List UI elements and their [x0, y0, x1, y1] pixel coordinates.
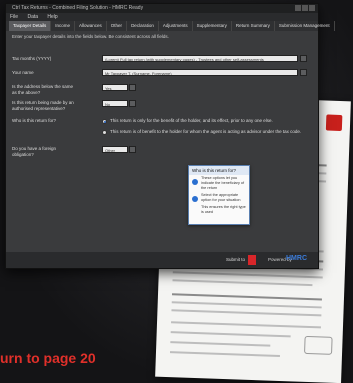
popup-text-3: This ensures the right type is used — [201, 205, 246, 214]
tab-adjustments[interactable]: Adjustments — [159, 21, 193, 31]
authorised-label: Is this return being made by an authoris… — [12, 100, 74, 111]
tab-submission[interactable]: Submission Management — [275, 21, 335, 31]
tax-months-field[interactable]: (Lorem) Full tax return (with supplement… — [102, 55, 298, 62]
tax-months-label: Tax months (YYYY) — [12, 56, 52, 61]
authorised-select[interactable]: No — [102, 100, 128, 107]
help-popup: Who is this return for? These options le… — [188, 165, 250, 225]
tax-months-dropdown-icon[interactable] — [300, 55, 307, 62]
submit-label: Submit to — [226, 257, 246, 262]
popup-text-1: These options let you indicate the benef… — [201, 176, 245, 190]
menu-bar: File Data Help — [6, 13, 318, 21]
option2-radio[interactable] — [102, 130, 107, 135]
tab-income[interactable]: Income — [51, 21, 76, 31]
minimize-icon[interactable] — [295, 5, 301, 11]
signature-box — [304, 335, 333, 355]
turn-to-page-caption: urn to page 20 — [0, 350, 96, 366]
app-window: Ctrl Tax Returns - Combined Filing Solut… — [5, 3, 335, 269]
your-name-dropdown-icon[interactable] — [300, 69, 307, 76]
tab-declaration[interactable]: Declaration — [127, 21, 159, 31]
info-icon — [192, 179, 198, 185]
close-icon[interactable] — [309, 5, 315, 11]
same-address-label: Is the address below the same as the abo… — [12, 84, 74, 95]
maximize-icon[interactable] — [302, 5, 308, 11]
your-name-label: Your name — [12, 70, 34, 75]
same-address-select[interactable]: Yes — [102, 84, 128, 91]
tab-taxpayer-details[interactable]: Taxpayer Details — [9, 21, 52, 31]
tab-bar: Taxpayer Details Income Allowances Other… — [6, 21, 335, 31]
popup-title: Who is this return for? — [189, 166, 249, 175]
tab-return-summary[interactable]: Return Summary — [232, 21, 275, 31]
foreign-dropdown-icon[interactable] — [129, 146, 136, 153]
tab-other[interactable]: Other — [107, 21, 128, 31]
tab-allowances[interactable]: Allowances — [75, 21, 107, 31]
option1-text: This return is only for the benefit of t… — [110, 118, 273, 123]
intro-text: Enter your taxpayer details into the fie… — [12, 34, 169, 39]
popup-text-2: Select the appropriate option for your s… — [201, 193, 241, 202]
your-name-field[interactable]: Mr Taxpayer T. (Surname, Forename) — [102, 69, 298, 76]
who-filed-label: Who is this return for? — [12, 118, 57, 123]
option2-text: This return is of benefit to the holder … — [110, 129, 302, 134]
option1-radio[interactable] — [102, 119, 107, 124]
window-title: Ctrl Tax Returns - Combined Filing Solut… — [12, 5, 144, 11]
footer-bar: Submit to Powered by HMRC — [6, 252, 318, 268]
submit-logo-icon[interactable] — [248, 255, 256, 265]
hmrc-crest-icon — [325, 114, 343, 132]
same-address-dropdown-icon[interactable] — [129, 84, 136, 91]
title-bar: Ctrl Tax Returns - Combined Filing Solut… — [6, 4, 318, 13]
form-content: Enter your taxpayer details into the fie… — [12, 34, 312, 157]
tab-supplementary[interactable]: Supplementary — [193, 21, 232, 31]
info-icon — [192, 196, 198, 202]
menu-help[interactable]: Help — [47, 14, 57, 20]
foreign-select[interactable]: Other — [102, 146, 128, 153]
hmrc-logo: HMRC — [286, 255, 307, 262]
authorised-dropdown-icon[interactable] — [129, 100, 136, 107]
menu-data[interactable]: Data — [27, 14, 38, 20]
menu-file[interactable]: File — [10, 14, 18, 20]
foreign-label: Do you have a foreign obligation? — [12, 146, 57, 157]
